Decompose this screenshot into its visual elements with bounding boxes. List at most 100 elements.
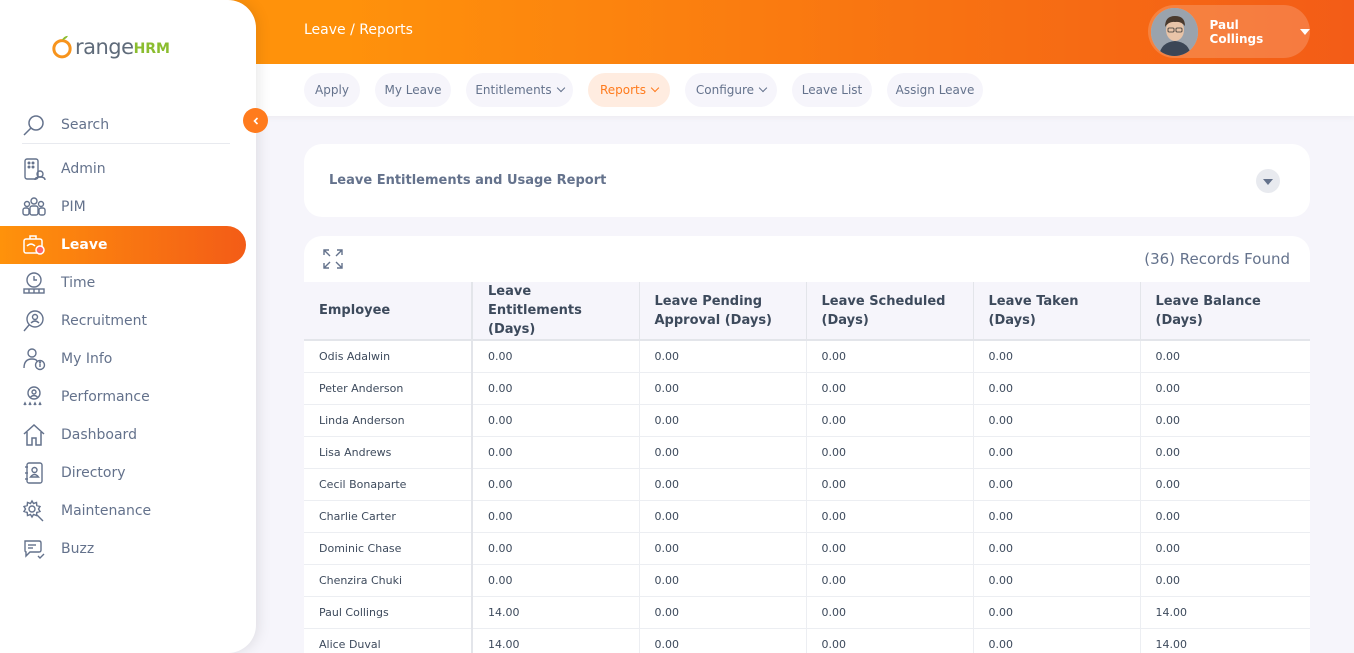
column-header-taken: Leave Taken (Days) [973, 282, 1141, 341]
column-header-text: Approval (Days) [654, 312, 773, 328]
chevron-down-icon [650, 83, 660, 93]
tab-entitlements[interactable]: Entitlements [466, 73, 573, 107]
sidebar-item-label: Admin [61, 161, 106, 177]
report-title: Leave Entitlements and Usage Report [329, 173, 607, 188]
maintenance-icon [22, 499, 46, 523]
column-header-text: (Days) [488, 322, 536, 337]
table-row: Peter Anderson 0.00 0.00 0.00 0.00 0.00 [304, 372, 1310, 405]
user-dropdown[interactable]: Paul Collings [1148, 5, 1310, 58]
search-icon [22, 113, 46, 137]
table-row: Dominic Chase 0.00 0.00 0.00 0.00 0.00 [304, 532, 1310, 565]
column-header-entitlements: Leave Entitlements (Days) [472, 282, 640, 341]
table-header-row: Employee Leave Entitlements (Days) Leave … [304, 282, 1310, 341]
column-header-text: Leave Pending [654, 293, 763, 309]
buzz-icon [22, 537, 46, 561]
days-cell: 0.00 [973, 564, 1141, 597]
sidebar-menu: Admin PIM Leave Time Recruitment My Info… [0, 150, 256, 568]
days-cell: 0.00 [806, 436, 974, 469]
tab-apply[interactable]: Apply [304, 73, 360, 107]
employee-name-cell: Dominic Chase [304, 532, 473, 565]
employee-name-cell: Linda Anderson [304, 404, 473, 437]
search-label: Search [61, 116, 110, 133]
column-header-text: Leave Entitlements [488, 284, 582, 318]
days-cell: 14.00 [472, 628, 640, 653]
leave-icon [22, 233, 46, 257]
sidebar-item-directory[interactable]: Directory [0, 454, 256, 492]
tab-reports[interactable]: Reports [588, 73, 670, 107]
chevron-down-icon [758, 83, 768, 93]
days-cell: 0.00 [639, 500, 807, 533]
days-cell: 0.00 [973, 468, 1141, 501]
avatar [1151, 7, 1198, 56]
table-row: Paul Collings 14.00 0.00 0.00 0.00 14.00 [304, 596, 1310, 629]
table-row: Cecil Bonaparte 0.00 0.00 0.00 0.00 0.00 [304, 468, 1310, 501]
sidebar-item-buzz[interactable]: Buzz [0, 530, 256, 568]
days-cell: 14.00 [472, 596, 640, 629]
tab-assign-leave[interactable]: Assign Leave [887, 73, 983, 107]
days-cell: 0.00 [639, 372, 807, 405]
tab-configure[interactable]: Configure [685, 73, 777, 107]
days-cell: 0.00 [806, 340, 974, 373]
employee-name-cell: Alice Duval [304, 628, 473, 653]
days-cell: 0.00 [639, 596, 807, 629]
sidebar-item-label: Dashboard [61, 427, 137, 443]
column-header-scheduled: Leave Scheduled (Days) [806, 282, 974, 341]
sidebar-item-performance[interactable]: Performance [0, 378, 256, 416]
column-header-employee: Employee [304, 282, 473, 341]
days-cell: 0.00 [806, 468, 974, 501]
days-cell: 0.00 [472, 340, 640, 373]
sidebar-item-pim[interactable]: PIM [0, 188, 256, 226]
employee-name-cell: Charlie Carter [304, 500, 473, 533]
maximize-icon[interactable] [322, 248, 344, 270]
days-cell: 0.00 [806, 628, 974, 653]
logo: range HRM [50, 30, 170, 64]
admin-icon [22, 157, 46, 181]
tab-label: Assign Leave [895, 83, 975, 97]
toggle-filter-button[interactable] [1256, 169, 1280, 193]
days-cell: 0.00 [472, 404, 640, 437]
days-cell: 0.00 [1140, 404, 1310, 437]
days-cell: 0.00 [1140, 372, 1310, 405]
sidebar: range HRM Search Admin PIM Leave Time Re… [0, 0, 256, 653]
days-cell: 0.00 [973, 532, 1141, 565]
days-cell: 0.00 [973, 596, 1141, 629]
days-cell: 14.00 [1140, 628, 1310, 653]
sidebar-item-label: Time [61, 275, 96, 291]
sidebar-item-label: PIM [61, 199, 86, 215]
sidebar-item-my-info[interactable]: My Info [0, 340, 256, 378]
days-cell: 0.00 [806, 596, 974, 629]
days-cell: 0.00 [472, 532, 640, 565]
tab-my-leave[interactable]: My Leave [375, 73, 451, 107]
days-cell: 0.00 [639, 532, 807, 565]
time-icon [22, 271, 46, 295]
records-found: (36) Records Found [1144, 250, 1290, 268]
report-table-card: (36) Records Found Employee Leave Entitl… [304, 236, 1310, 653]
days-cell: 0.00 [806, 404, 974, 437]
sidebar-item-admin[interactable]: Admin [0, 150, 256, 188]
recruitment-icon [22, 309, 46, 333]
sidebar-collapse-button[interactable] [243, 108, 268, 133]
table-row: Lisa Andrews 0.00 0.00 0.00 0.00 0.00 [304, 436, 1310, 469]
days-cell: 0.00 [639, 404, 807, 437]
tab-leave-list[interactable]: Leave List [792, 73, 872, 107]
sidebar-search[interactable]: Search [22, 106, 230, 144]
sidebar-item-label: Performance [61, 389, 150, 405]
column-header-pending: Leave Pending Approval (Days) [639, 282, 807, 341]
pim-icon [22, 195, 46, 219]
days-cell: 0.00 [1140, 468, 1310, 501]
sidebar-item-time[interactable]: Time [0, 264, 256, 302]
days-cell: 0.00 [973, 628, 1141, 653]
column-header-text: (Days) [1155, 312, 1203, 328]
days-cell: 0.00 [806, 500, 974, 533]
table-row: Linda Anderson 0.00 0.00 0.00 0.00 0.00 [304, 404, 1310, 437]
caret-down-icon [1263, 179, 1273, 185]
caret-down-icon [1300, 28, 1310, 35]
sidebar-item-maintenance[interactable]: Maintenance [0, 492, 256, 530]
report-header-card: Leave Entitlements and Usage Report [304, 144, 1310, 217]
sidebar-item-dashboard[interactable]: Dashboard [0, 416, 256, 454]
sidebar-item-recruitment[interactable]: Recruitment [0, 302, 256, 340]
table-row: Alice Duval 14.00 0.00 0.00 0.00 14.00 [304, 628, 1310, 653]
tab-label: Reports [599, 83, 647, 97]
days-cell: 0.00 [806, 564, 974, 597]
sidebar-item-leave[interactable]: Leave [0, 226, 246, 264]
